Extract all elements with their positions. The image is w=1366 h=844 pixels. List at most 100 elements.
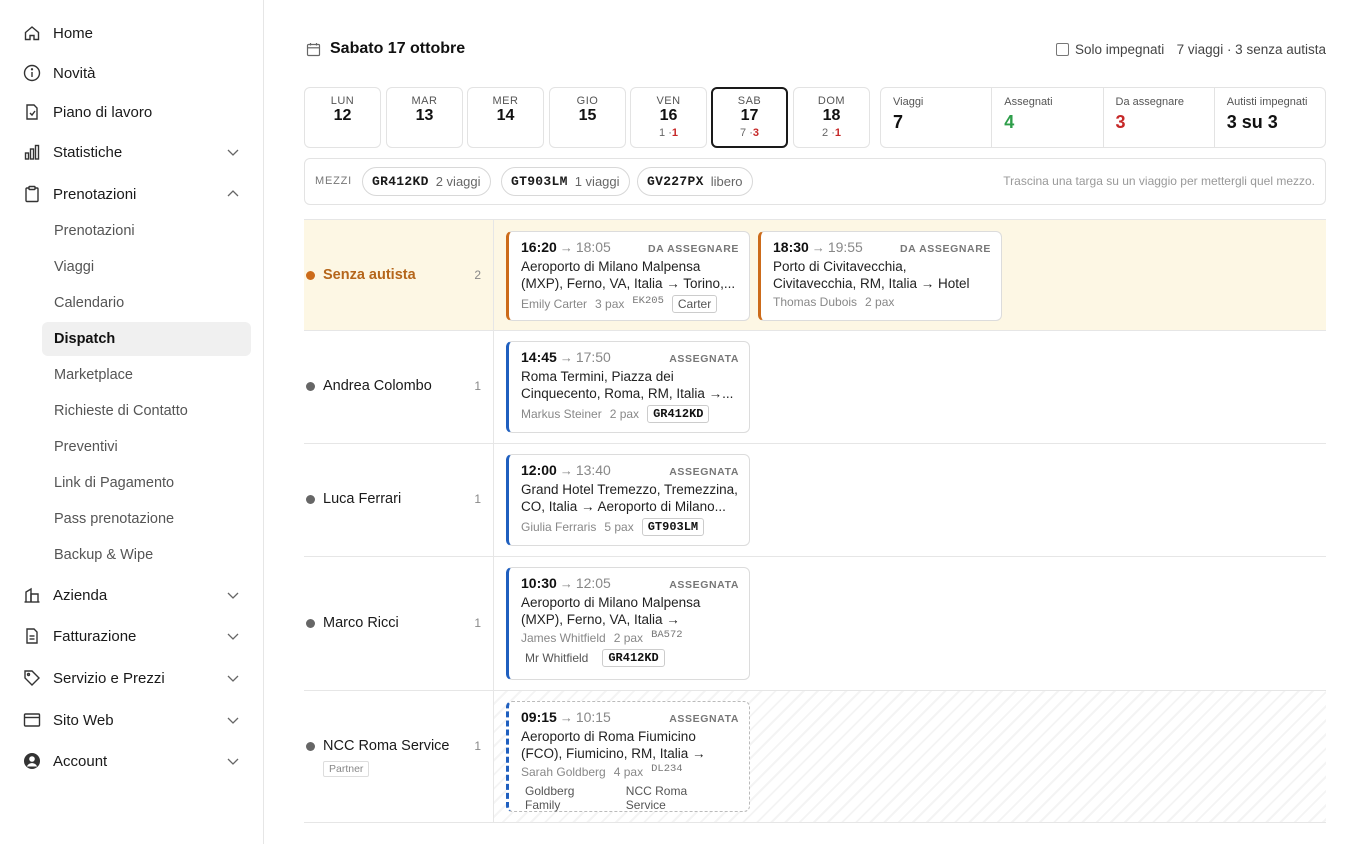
day-trip-count: 1 ·1: [631, 127, 706, 139]
trip-vehicle-plate[interactable]: GR412KD: [647, 405, 710, 423]
trip-pax: 5 pax: [604, 520, 634, 534]
plate-info: 2 viaggi: [435, 174, 481, 189]
trip-card[interactable]: 12:00 → 13:40 ASSEGNATA Grand Hotel Trem…: [506, 454, 750, 546]
vehicles-hint: Trascina una targa su un viaggio per met…: [1003, 174, 1315, 188]
stat-autisti-impegnati: Autisti impegnati 3 su 3: [1215, 88, 1325, 147]
trip-vehicle-plate[interactable]: GR412KD: [602, 649, 665, 667]
trip-flight: EK205: [632, 295, 664, 307]
nav-novita[interactable]: Novità: [22, 55, 244, 91]
nav-label: Home: [53, 24, 94, 42]
status-dot: [306, 495, 315, 504]
trip-route: Porto di Civitavecchia, Civitavecchia, R…: [773, 259, 970, 291]
stats-panel: Viaggi 7 Assegnati 4 Da assegnare 3 Auti…: [880, 87, 1326, 148]
day-cell-sun[interactable]: DOM 18 2 ·1: [793, 87, 870, 148]
trip-status: DA ASSEGNARE: [647, 243, 739, 255]
chevron-down-icon[interactable]: [226, 671, 240, 685]
status-dot: [306, 271, 315, 280]
trip-route: Grand Hotel Tremezzo, Tremezzina, CO, It…: [521, 482, 738, 514]
vehicle-plate-chip[interactable]: GV227PX libero: [637, 167, 753, 196]
day-cell-fri[interactable]: VEN 16 1 ·1: [630, 87, 707, 148]
chevron-down-icon[interactable]: [226, 588, 240, 602]
day-cell-sat-selected[interactable]: SAB 17 7 ·3: [711, 87, 788, 148]
info-icon: [22, 63, 42, 83]
chevron-down-icon[interactable]: [226, 754, 240, 768]
trip-pax: 2 pax: [609, 407, 640, 421]
nav-fatturazione[interactable]: Fatturazione: [22, 618, 244, 654]
day-cell-tue[interactable]: MAR 13: [386, 87, 463, 148]
driver-name: Andrea Colombo: [323, 378, 432, 394]
nav-account[interactable]: Account: [22, 743, 244, 779]
trip-card[interactable]: 14:45 → 17:50 ASSEGNATA Roma Termini, Pi…: [506, 341, 750, 433]
trip-pax: 2 pax: [865, 295, 895, 309]
nav-prenotazioni[interactable]: Prenotazioni: [22, 176, 244, 212]
chevron-down-icon[interactable]: [226, 629, 240, 643]
driver-trip-count: 1: [474, 492, 481, 506]
day-number: 17: [740, 107, 759, 124]
stat-da-assegnare: Da assegnare 3: [1104, 88, 1215, 147]
subnav-prenotazioni[interactable]: Prenotazioni: [42, 214, 251, 248]
building-icon: [22, 585, 42, 605]
nav-sito-web[interactable]: Sito Web: [22, 702, 244, 738]
subnav-dispatch[interactable]: Dispatch: [42, 322, 251, 356]
subnav-richieste-contatto[interactable]: Richieste di Contatto: [42, 394, 251, 428]
chevron-down-icon[interactable]: [226, 145, 240, 159]
subnav-calendario[interactable]: Calendario: [42, 286, 251, 320]
filter-label[interactable]: Solo impegnati: [1075, 42, 1164, 57]
arrow-right-icon: →: [559, 240, 573, 255]
nav-label: Azienda: [53, 586, 108, 604]
trip-end-time: 10:15: [575, 709, 611, 725]
trip-card[interactable]: 16:20 → 18:05 DA ASSEGNARE Aeroporto di …: [506, 231, 750, 321]
filter-checkbox[interactable]: [1056, 43, 1069, 56]
nav-azienda[interactable]: Azienda: [22, 577, 244, 613]
nav-label: Sito Web: [53, 711, 114, 729]
trip-vehicle-plate[interactable]: GT903LM: [641, 518, 705, 536]
stat-value: 4: [1004, 112, 1015, 132]
arrow-right-icon: →: [559, 463, 573, 478]
trip-card[interactable]: 10:30 → 12:05 ASSEGNATA Aeroporto di Mil…: [506, 567, 750, 680]
driver-cell: Luca Ferrari 1: [304, 444, 494, 556]
driver-name: Luca Ferrari: [323, 491, 402, 507]
plate-info: 1 viaggi: [574, 174, 620, 189]
driver-cell: Andrea Colombo 1: [304, 331, 494, 443]
trip-client: Markus Steiner: [521, 407, 602, 421]
day-number: 16: [659, 107, 678, 124]
trip-client: Giulia Ferraris: [521, 520, 597, 534]
day-number: 15: [578, 107, 597, 124]
subnav-link-pagamento[interactable]: Link di Pagamento: [42, 466, 251, 500]
chevron-up-icon[interactable]: [226, 187, 240, 201]
nav-servizio-prezzi[interactable]: Servizio e Prezzi: [22, 660, 244, 696]
trip-card[interactable]: 18:30 → 19:55 DA ASSEGNARE Porto di Civi…: [758, 231, 1002, 321]
vehicle-plate-chip[interactable]: GR412KD 2 viaggi: [362, 167, 491, 196]
nav-piano-di-lavoro[interactable]: Piano di lavoro: [22, 94, 244, 130]
nav-home[interactable]: Home: [22, 15, 244, 51]
stat-label: Da assegnare: [1115, 96, 1185, 108]
trip-client: Thomas Dubois: [773, 295, 858, 309]
trip-client: James Whitfield: [521, 631, 606, 645]
day-number: 13: [415, 107, 434, 124]
vehicle-plate-chip[interactable]: GT903LM 1 viaggi: [501, 167, 630, 196]
trip-tag: Carter: [671, 295, 718, 313]
driver-row: Andrea Colombo 1 14:45 → 17:50 ASSEGNATA…: [304, 331, 1326, 444]
trip-start-time: 10:30: [521, 575, 557, 591]
subnav-marketplace[interactable]: Marketplace: [42, 358, 251, 392]
subnav-preventivi[interactable]: Preventivi: [42, 430, 251, 464]
subnav-backup-wipe[interactable]: Backup & Wipe: [42, 538, 251, 572]
nav-statistiche[interactable]: Statistiche: [22, 134, 244, 170]
day-name: GIO: [576, 95, 599, 107]
file-icon: [22, 102, 42, 122]
arrow-right-icon: →: [559, 710, 573, 725]
trip-card[interactable]: 09:15 → 10:15 ASSEGNATA Aeroporto di Rom…: [506, 701, 750, 812]
day-trip-count: 2 ·1: [794, 127, 869, 139]
trip-end-time: 13:40: [575, 462, 611, 478]
subnav-pass-prenotazione[interactable]: Pass prenotazione: [42, 502, 251, 536]
chevron-down-icon[interactable]: [226, 713, 240, 727]
day-name: DOM: [817, 95, 846, 107]
trip-route: Aeroporto di Milano Malpensa (MXP), Fern…: [521, 595, 701, 627]
day-summary: 7 viaggi · 3 senza autista: [1176, 42, 1326, 57]
trip-pax: 4 pax: [613, 765, 644, 779]
day-cell-mon[interactable]: LUN 12: [304, 87, 381, 148]
day-cell-thu[interactable]: GIO 15: [549, 87, 626, 148]
trip-pax: 3 pax: [595, 297, 625, 311]
subnav-viaggi[interactable]: Viaggi: [42, 250, 251, 284]
day-cell-wed[interactable]: MER 14: [467, 87, 544, 148]
